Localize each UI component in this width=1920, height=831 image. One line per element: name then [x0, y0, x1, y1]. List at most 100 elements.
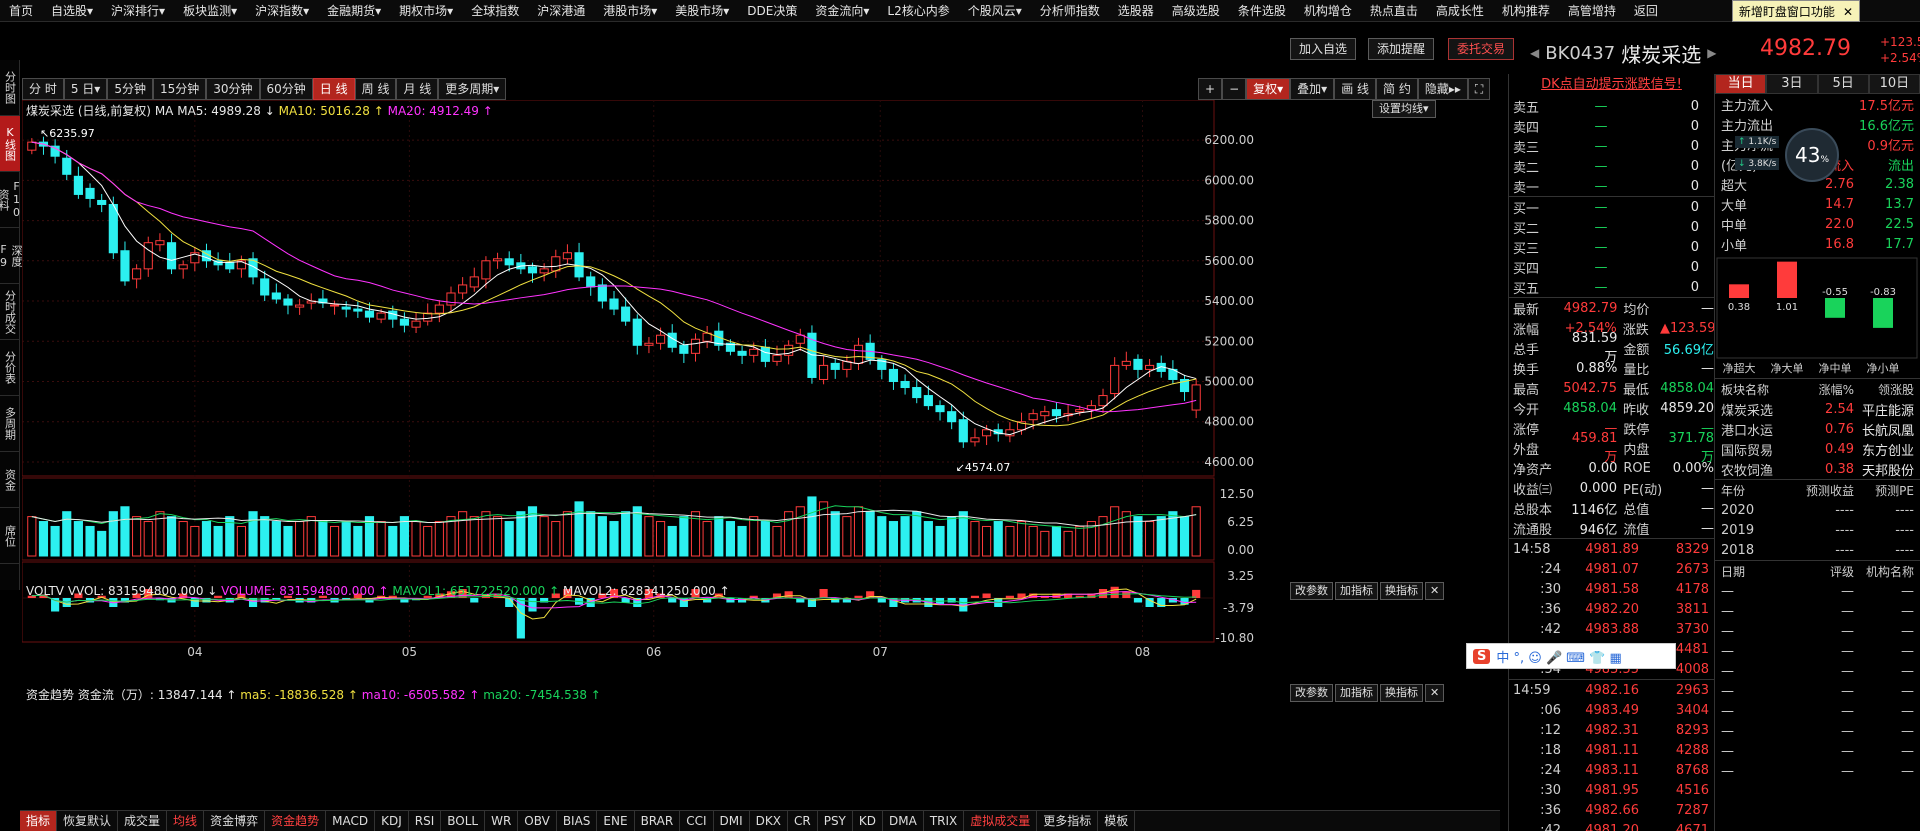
vol-add-indicator-button[interactable]: 加指标	[1335, 582, 1378, 600]
indicator-tab[interactable]: 指标	[20, 811, 58, 831]
menu-item[interactable]: L2核心内参	[878, 0, 958, 22]
indicator-tab[interactable]: 资金趋势	[265, 811, 327, 831]
period-tab[interactable]: 15分钟	[152, 78, 207, 100]
chart-tool-button[interactable]: 叠加▾	[1290, 78, 1335, 100]
menu-item[interactable]: 高管增持	[1559, 0, 1625, 22]
vol-switch-indicator-button[interactable]: 换指标	[1380, 582, 1423, 600]
menu-item[interactable]: 机构推荐	[1493, 0, 1559, 22]
indicator-tab[interactable]: 成交量	[118, 811, 168, 831]
left-nav-item[interactable]: 分时图	[0, 60, 20, 116]
input-method-toolbar[interactable]: S 中 °, ☺ 🎤 ⌨ 👕 ▦	[1466, 643, 1676, 669]
flow-add-indicator-button[interactable]: 加指标	[1335, 684, 1378, 702]
indicator-tab[interactable]: 更多指标	[1037, 811, 1099, 831]
indicator-tab[interactable]: CCI	[680, 811, 714, 831]
menu-item[interactable]: 资金流向▾	[806, 0, 878, 22]
flow-period-tab[interactable]: 5日	[1817, 74, 1869, 94]
menu-item[interactable]: 板块监测▾	[174, 0, 246, 22]
left-nav-item[interactable]: 分价表	[0, 340, 20, 396]
indicator-tab[interactable]: DMA	[883, 811, 924, 831]
menu-item[interactable]: 选股器	[1109, 0, 1163, 22]
indicator-tab[interactable]: DMI	[714, 811, 750, 831]
chart-tool-button[interactable]: 简 约	[1376, 78, 1418, 100]
left-nav-item[interactable]: 多周期	[0, 396, 20, 452]
speed-gauge[interactable]: ↑ 1.1K/s ↓ 3.8K/s 43%	[1735, 128, 1839, 182]
indicator-tab[interactable]: 虚拟成交量	[964, 811, 1038, 831]
left-nav-item[interactable]: 深度F9	[0, 228, 23, 284]
left-nav-item[interactable]: 席位	[0, 508, 20, 564]
period-tab[interactable]: 5分钟	[107, 78, 153, 100]
menu-item[interactable]: 热点直击	[1361, 0, 1427, 22]
indicator-tab[interactable]: PSY	[818, 811, 853, 831]
menu-item[interactable]: 首页	[0, 0, 42, 22]
indicator-tab[interactable]: DKX	[750, 811, 788, 831]
new-feature-notice[interactable]: 新增盯盘窗口功能 ✕	[1731, 0, 1860, 22]
indicator-tab[interactable]: MACD	[326, 811, 376, 831]
menu-item[interactable]: 沪深排行▾	[102, 0, 174, 22]
indicator-tab[interactable]: BRAR	[635, 811, 681, 831]
add-favorite-button[interactable]: 加入自选	[1290, 38, 1357, 60]
close-icon[interactable]: ✕	[1843, 1, 1853, 21]
period-tab[interactable]: 30分钟	[206, 78, 260, 100]
menu-item[interactable]: 金融期货▾	[318, 0, 390, 22]
period-tab[interactable]: 分 时	[22, 78, 64, 100]
prev-stock-icon[interactable]: ◀	[1530, 46, 1539, 60]
menu-item[interactable]: 美股市场▾	[666, 0, 738, 22]
leader-row[interactable]: 农牧饲渔 0.38 天邦股份	[1715, 459, 1920, 479]
period-tab[interactable]: 60分钟	[259, 78, 313, 100]
indicator-tab[interactable]: BOLL	[441, 811, 486, 831]
indicator-tab[interactable]: RSI	[409, 811, 442, 831]
close-icon[interactable]: ✕	[1425, 684, 1445, 702]
dk-signal-link[interactable]: DK点自动提示涨跌信号!	[1509, 74, 1714, 96]
indicator-tab[interactable]: BIAS	[557, 811, 598, 831]
period-tab[interactable]: 周 线	[354, 78, 397, 100]
menu-item[interactable]: DDE决策	[738, 0, 806, 22]
period-tab[interactable]: 月 线	[396, 78, 439, 100]
place-order-button[interactable]: 委托交易	[1448, 38, 1515, 60]
indicator-tab[interactable]: KD	[853, 811, 883, 831]
indicator-tab[interactable]: 资金博弈	[204, 811, 266, 831]
indicator-tab[interactable]: TRIX	[924, 811, 965, 831]
leader-row[interactable]: 港口水运 0.76 长航凤凰	[1715, 419, 1920, 439]
menu-item[interactable]: 沪深港通	[528, 0, 594, 22]
kline-chart-area[interactable]: 煤炭采选 (日线,前复权) MA MA5: 4989.28 ↓ MA10: 50…	[22, 100, 1508, 820]
leader-row[interactable]: 国际贸易 0.49 东方创业	[1715, 439, 1920, 459]
indicator-tab[interactable]: 均线	[167, 811, 205, 831]
period-tab[interactable]: 更多周期▾	[438, 78, 507, 100]
menu-item[interactable]: 自选股▾	[42, 0, 102, 22]
chart-tool-button[interactable]: ⛶	[1467, 78, 1491, 100]
close-icon[interactable]: ✕	[1425, 582, 1445, 600]
add-alert-button[interactable]: 添加提醒	[1368, 38, 1435, 60]
menu-item[interactable]: 返回	[1625, 0, 1667, 22]
left-nav-item[interactable]: F10资料	[0, 172, 23, 228]
leader-row[interactable]: 煤炭采选 2.54 平庄能源	[1715, 399, 1920, 419]
chart-tool-button[interactable]: 复权▾	[1246, 78, 1291, 100]
flow-period-tab[interactable]: 3日	[1766, 74, 1818, 94]
ime-tools[interactable]: 中 °, ☺ 🎤 ⌨ 👕 ▦	[1496, 647, 1621, 666]
menu-item[interactable]: 分析师指数	[1031, 0, 1109, 22]
menu-item[interactable]: 条件选股	[1229, 0, 1295, 22]
vol-edit-params-button[interactable]: 改参数	[1290, 582, 1333, 600]
flow-switch-indicator-button[interactable]: 换指标	[1380, 684, 1423, 702]
indicator-tab[interactable]: OBV	[518, 811, 557, 831]
flow-period-tab[interactable]: 当日	[1715, 74, 1767, 94]
chart-tool-button[interactable]: 隐藏▸▸	[1417, 78, 1468, 100]
menu-item[interactable]: 全球指数	[462, 0, 528, 22]
indicator-tab[interactable]: ENE	[597, 811, 635, 831]
flow-edit-params-button[interactable]: 改参数	[1290, 684, 1333, 702]
flow-period-tab[interactable]: 10日	[1868, 74, 1920, 94]
chart-tool-button[interactable]: +	[1198, 78, 1223, 100]
next-stock-icon[interactable]: ▶	[1707, 46, 1716, 60]
menu-item[interactable]: 高成长性	[1427, 0, 1493, 22]
period-tab[interactable]: 日 线	[312, 78, 355, 100]
indicator-tab[interactable]: KDJ	[375, 811, 409, 831]
indicator-tab[interactable]: 模板	[1098, 811, 1136, 831]
left-nav-item[interactable]: 资金	[0, 452, 20, 508]
left-nav-item[interactable]: 分时成交	[0, 284, 20, 340]
menu-item[interactable]: 期权市场▾	[390, 0, 462, 22]
menu-item[interactable]: 机构增仓	[1295, 0, 1361, 22]
menu-item[interactable]: 高级选股	[1163, 0, 1229, 22]
menu-item[interactable]: 沪深指数▾	[246, 0, 318, 22]
left-nav-item[interactable]: K线图	[0, 116, 20, 172]
chart-tool-button[interactable]: −	[1222, 78, 1247, 100]
indicator-tab[interactable]: WR	[485, 811, 519, 831]
